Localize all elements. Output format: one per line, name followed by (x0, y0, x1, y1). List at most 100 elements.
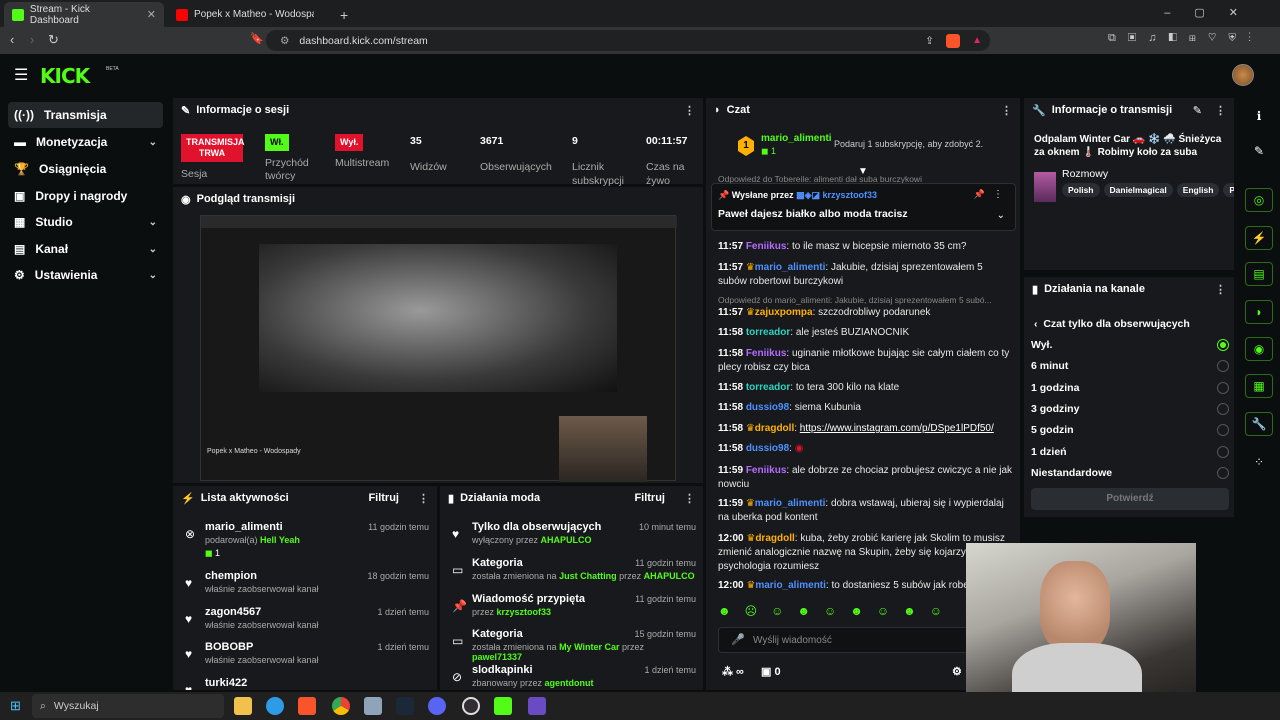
chat-username[interactable]: Feniikus (746, 465, 787, 476)
chat-username[interactable]: torreador (746, 382, 790, 393)
forward-icon[interactable]: › (30, 32, 34, 47)
chat-username[interactable]: mario_alimenti (755, 498, 826, 509)
tab-youtube[interactable]: Popek x Matheo - Wodospady - Y (168, 2, 328, 27)
tab-kick-dashboard[interactable]: Stream - Kick Dashboard ✕ (4, 2, 164, 27)
share-icon[interactable]: ⇪ (925, 35, 934, 47)
option-3h[interactable]: 3 godziny (1031, 399, 1229, 419)
tag[interactable]: Danielmagical (1103, 183, 1173, 197)
option-1d[interactable]: 1 dzień (1031, 442, 1229, 462)
more-options-icon[interactable]: ⋮ (684, 104, 695, 117)
tag[interactable]: P (1223, 183, 1234, 197)
tag[interactable]: English (1176, 183, 1220, 197)
activity-user[interactable]: zagon4567 (205, 606, 261, 618)
more-options-icon[interactable]: ⋮ (1001, 104, 1012, 117)
kick-app-icon[interactable] (494, 697, 512, 715)
filter-button[interactable]: Filtruj (368, 492, 399, 504)
chat-username[interactable]: zajuxpompa (755, 307, 813, 318)
chat-username[interactable]: torreador (746, 327, 790, 338)
sidebar-item-studio[interactable]: ▦ Studio ⌄ (8, 209, 163, 235)
brave-rewards-icon[interactable]: ▲ (972, 35, 982, 46)
back-section[interactable]: ‹ Czat tylko dla obserwujących (1034, 318, 1190, 330)
option-custom[interactable]: Niestandardowe (1031, 463, 1229, 483)
more-options-icon[interactable]: ⋮ (418, 492, 429, 505)
sidebar-item-osiagniecia[interactable]: 🏆 Osiągnięcia (8, 156, 163, 182)
radio[interactable] (1217, 403, 1229, 415)
radio[interactable] (1217, 424, 1229, 436)
windows-start-icon[interactable]: ⊞ (10, 698, 21, 714)
sidebar-item-transmisja[interactable]: ((·)) Transmisja (8, 102, 163, 128)
points-icon[interactable]: ▣ (761, 666, 771, 678)
url-bar[interactable]: ⚙ dashboard.kick.com/stream ⇪ ▲ (266, 30, 990, 51)
target-icon[interactable]: ◎ (1245, 188, 1273, 212)
pinned-message[interactable]: 📌 Wysłane przez ▩◈◪ krzysztoof33 Paweł d… (711, 183, 1016, 231)
chat-message[interactable]: 11:57 ♛mario_alimenti: Jakubie, dzisiaj … (718, 261, 1014, 289)
chat-username[interactable]: Feniikus (746, 348, 787, 359)
more-options-icon[interactable]: ⋮ (1215, 104, 1226, 117)
apps-icon[interactable]: ⁘ (1245, 450, 1273, 474)
sidebar-item-ustawienia[interactable]: ⚙ Ustawienia ⌄ (8, 262, 163, 288)
bolt-icon[interactable]: ⚡ (1245, 226, 1273, 250)
user-avatar[interactable] (1232, 64, 1254, 86)
top-gifter-name[interactable]: mario_alimenti (761, 133, 832, 144)
more-options-icon[interactable]: ⋮ (1215, 283, 1226, 296)
sidebar-item-monetyzacja[interactable]: ▬ Monetyzacja ⌄ (8, 129, 163, 155)
option-5h[interactable]: 5 godzin (1031, 420, 1229, 440)
back-icon[interactable]: ‹ (10, 32, 14, 47)
bookmark-icon[interactable]: 🔖 (250, 32, 264, 45)
chat-username[interactable]: dussio98 (746, 402, 789, 413)
app-icon[interactable] (364, 697, 382, 715)
chevron-down-icon[interactable]: ⌄ (997, 210, 1005, 221)
sidebar-item-kanal[interactable]: ▤ Kanał ⌄ (8, 236, 163, 262)
chat-username[interactable]: Feniikus (746, 241, 787, 252)
chat-username[interactable]: dussio98 (746, 443, 789, 454)
activity-user[interactable]: mario_alimenti (205, 521, 283, 533)
app-icon[interactable] (528, 697, 546, 715)
reload-icon[interactable]: ↻ (48, 32, 59, 48)
new-tab-button[interactable]: + (332, 2, 356, 27)
video-preview[interactable]: Popek x Matheo - Wodospady (200, 215, 677, 482)
chat-icon[interactable]: ◗ (1245, 300, 1273, 324)
chat-message[interactable]: 11:58 Feniikus: uginanie młotkowe bujają… (718, 347, 1014, 375)
sidebar-item-dropy[interactable]: ▣ Dropy i nagrody (8, 183, 163, 209)
chat-message[interactable]: 11:58 ♛dragdoll: https://www.instagram.c… (718, 422, 1014, 436)
radio[interactable] (1217, 446, 1229, 458)
chat-username[interactable]: dragdoll (755, 423, 794, 434)
chat-username[interactable]: mario_alimenti (755, 262, 826, 273)
radio[interactable] (1217, 467, 1229, 479)
kick-logo[interactable]: KICK (40, 64, 90, 88)
info-icon[interactable]: ℹ (1245, 104, 1273, 128)
broadcast-icon[interactable]: ◉ (1245, 337, 1273, 361)
brave-shields-icon[interactable] (946, 33, 960, 48)
taskbar-search[interactable]: ⌕ Wyszukaj (32, 694, 224, 718)
tag[interactable]: Polish (1062, 183, 1100, 197)
chat-message[interactable]: 11:58 torreador: to tera 300 kilo na kla… (718, 381, 1014, 395)
discord-icon[interactable] (428, 697, 446, 715)
settings-icon[interactable]: ⚙ (952, 665, 962, 678)
edit-icon[interactable]: ✎ (1245, 139, 1273, 163)
option-1h[interactable]: 1 godzina (1031, 378, 1229, 398)
option-off[interactable]: Wył. (1031, 335, 1229, 355)
category-name[interactable]: Rozmowy (1062, 168, 1108, 180)
menu-icon[interactable]: ☰ (14, 65, 28, 85)
users-icon[interactable]: ⁂ ∞ (722, 666, 744, 678)
steam-icon[interactable] (396, 697, 414, 715)
chat-message[interactable]: 11:57 Feniikus: to ile masz w bicepsie m… (718, 240, 1014, 254)
chat-message[interactable]: 11:58 dussio98: ◉ (718, 442, 1014, 456)
window-controls[interactable]: –▢✕ (1164, 6, 1262, 19)
emote-bar[interactable]: ☻☹☺☻☺☻☺☻☺ (718, 604, 968, 622)
brave-icon[interactable] (298, 697, 316, 715)
chat-link[interactable]: https://www.instagram.com/p/DSpe1lPDf50/ (800, 423, 994, 434)
chat-username[interactable]: dragdoll (755, 533, 794, 544)
wrench-icon[interactable]: 🔧 (1245, 412, 1273, 436)
more-options-icon[interactable]: ⋮ (684, 492, 695, 505)
edit-icon[interactable]: ✎ (1193, 104, 1202, 117)
activity-user[interactable]: turki422 (205, 677, 247, 689)
activity-user[interactable]: BOBOBP (205, 641, 253, 653)
option-6min[interactable]: 6 minut (1031, 356, 1229, 376)
close-tab-icon[interactable]: ✕ (147, 8, 156, 21)
chat-message[interactable]: 11:58 torreador: ale jesteś BUZIANOCNIK (718, 326, 1014, 340)
filter-button[interactable]: Filtruj (634, 492, 665, 504)
explorer-icon[interactable] (234, 697, 252, 715)
mic-icon[interactable]: 🎤 (731, 633, 745, 646)
edge-icon[interactable] (266, 697, 284, 715)
